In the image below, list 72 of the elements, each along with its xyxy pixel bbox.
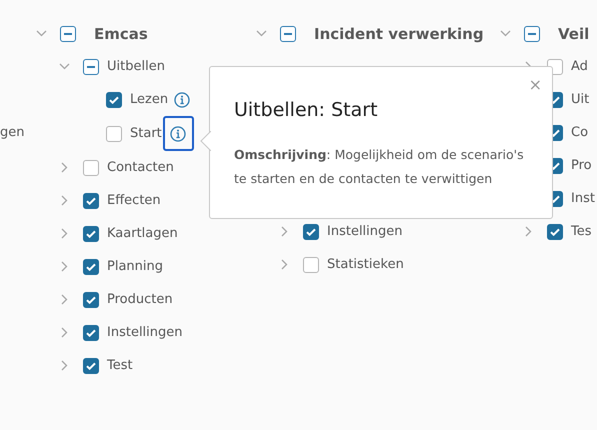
chevron-right-icon[interactable] [280, 259, 288, 270]
tree-label: Veil [558, 24, 590, 42]
info-button[interactable] [172, 90, 192, 110]
checkbox[interactable] [303, 256, 319, 272]
checkmark-icon [86, 230, 96, 238]
checkmark-icon [86, 362, 96, 370]
info-icon [174, 92, 190, 108]
checkbox[interactable] [83, 192, 99, 208]
tree-label: Uit [571, 92, 590, 107]
checkmark-icon [86, 296, 96, 304]
tree-label: Incident verwerking [314, 24, 484, 42]
checkbox[interactable] [83, 324, 99, 340]
popover-title: Uitbellen: Start [234, 99, 379, 121]
tree-label: gen [0, 125, 24, 140]
checkbox[interactable] [524, 26, 540, 42]
chevron-right-icon[interactable] [60, 360, 68, 371]
checkmark-icon [86, 262, 96, 270]
tree-label: Effecten [107, 193, 161, 208]
chevron-down-icon[interactable] [36, 30, 46, 37]
chevron-right-icon[interactable] [60, 195, 68, 206]
tree-label: Inst [571, 191, 595, 206]
tree-label: Ad [571, 59, 588, 74]
tree-label: Contacten [107, 160, 174, 175]
tree-label: Emcas [94, 24, 148, 42]
tree-label: Planning [107, 259, 163, 274]
minus-icon [528, 32, 536, 34]
chevron-right-icon[interactable] [60, 261, 68, 272]
info-icon [170, 126, 186, 142]
popover-description: Omschrijving: Mogelijkheid om de scenario's te starten en de contacten te verwittigen [234, 146, 525, 188]
chevron-down-icon[interactable] [500, 30, 510, 37]
checkmark-icon [109, 96, 119, 104]
tree-label: Statistieken [327, 257, 404, 272]
chevron-down-icon[interactable] [58, 63, 70, 70]
checkmark-icon [86, 328, 96, 336]
minus-icon [87, 66, 95, 68]
tree-label: Instellingen [107, 325, 183, 340]
tree-label: Instellingen [327, 224, 403, 239]
chevron-right-icon[interactable] [280, 226, 288, 237]
chevron-down-icon[interactable] [256, 30, 266, 37]
tree-label: Uitbellen [107, 59, 165, 74]
checkbox[interactable] [280, 26, 296, 42]
chevron-right-icon[interactable] [60, 228, 68, 239]
tree-label: Co [571, 125, 588, 140]
checkbox[interactable] [83, 258, 99, 274]
minus-icon [64, 32, 72, 34]
info-button[interactable] [162, 116, 194, 151]
checkmark-icon [86, 196, 96, 204]
tree-label: Producten [107, 292, 173, 307]
chevron-right-icon[interactable] [60, 294, 68, 305]
checkbox[interactable] [83, 160, 99, 176]
checkbox[interactable] [547, 224, 563, 240]
checkbox[interactable] [83, 58, 99, 74]
checkbox[interactable] [83, 292, 99, 308]
chevron-right-icon[interactable] [524, 226, 532, 237]
checkmark-icon [550, 228, 560, 236]
chevron-right-icon[interactable] [60, 327, 68, 338]
tree-label: Pro [571, 158, 592, 173]
checkbox[interactable] [106, 126, 122, 142]
tree-label: Lezen [130, 92, 168, 107]
chevron-right-icon[interactable] [60, 162, 68, 173]
checkbox[interactable] [83, 226, 99, 242]
tree-label: Start [130, 126, 162, 141]
minus-icon [284, 32, 292, 34]
checkbox[interactable] [303, 224, 319, 240]
close-button[interactable]: × [524, 77, 546, 93]
tree-label: Kaartlagen [107, 226, 178, 241]
checkmark-icon [306, 228, 316, 236]
checkbox[interactable] [83, 358, 99, 374]
checkbox[interactable] [60, 26, 76, 42]
tree-label: Test [107, 358, 133, 373]
tree-label: Tes [571, 224, 592, 239]
checkbox[interactable] [106, 92, 122, 108]
